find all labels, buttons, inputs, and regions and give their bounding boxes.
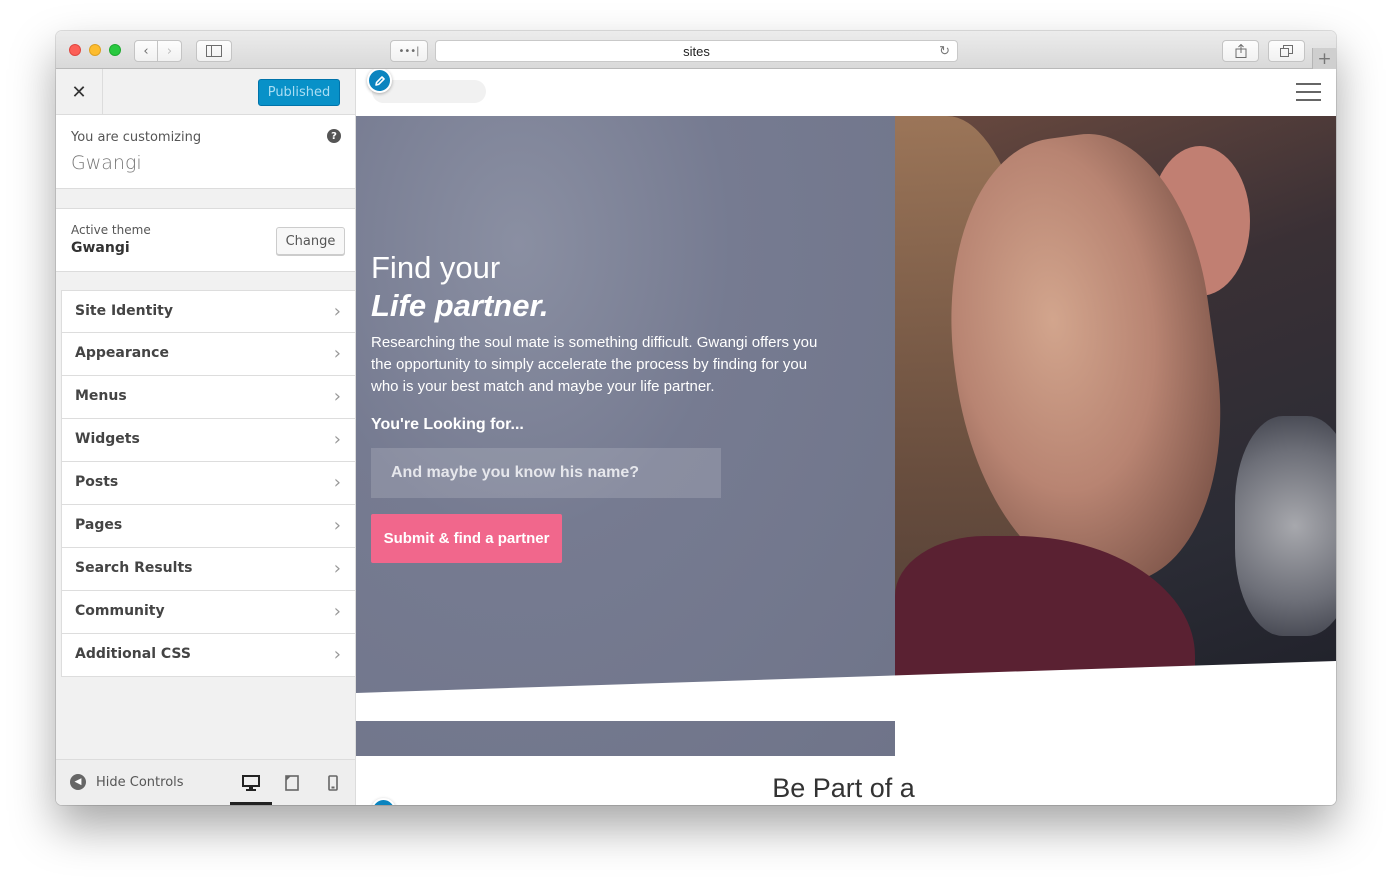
active-theme-panel: Active theme Gwangi Change <box>56 208 355 272</box>
looking-for-label: You're Looking for... <box>371 416 524 433</box>
menu-item-label: Community <box>75 603 165 619</box>
hero-headline: Find your Life partner. <box>371 249 548 325</box>
close-customizer-button[interactable]: ✕ <box>56 69 103 115</box>
change-theme-button[interactable]: Change <box>276 227 345 255</box>
site-name: Gwangi <box>71 152 142 174</box>
tabs-icon <box>1280 45 1293 57</box>
pencil-icon <box>374 75 385 86</box>
headline-line2: Life partner. <box>371 288 549 323</box>
chevron-right-icon: › <box>333 386 341 407</box>
mobile-icon <box>328 775 338 791</box>
menu-item-label: Menus <box>75 388 127 404</box>
window-minimize-button[interactable] <box>89 44 101 56</box>
hamburger-menu-icon[interactable] <box>1296 83 1321 107</box>
share-icon <box>1235 44 1246 58</box>
dots-icon: •••| <box>398 45 420 57</box>
menu-item-appearance[interactable]: Appearance › <box>61 333 355 376</box>
menu-item-additional-css[interactable]: Additional CSS › <box>61 634 355 677</box>
customizer-sidebar: ✕ Published You are customizing Gwangi ?… <box>56 69 356 805</box>
site-header <box>356 69 1336 116</box>
customizing-info: You are customizing Gwangi ? <box>56 115 355 189</box>
browser-window: ‹ › •••| sites ↻ + ✕ Published You are c… <box>56 31 1336 805</box>
chevron-right-icon: › <box>333 644 341 665</box>
edit-logo-button[interactable] <box>367 69 392 93</box>
back-icon: ‹ <box>143 43 149 59</box>
tablet-icon <box>285 775 299 791</box>
chevron-right-icon: › <box>333 558 341 579</box>
site-preview: Find your Life partner. Researching the … <box>356 69 1336 805</box>
menu-item-label: Posts <box>75 474 119 490</box>
menu-item-community[interactable]: Community › <box>61 591 355 634</box>
chevron-right-icon: › <box>333 343 341 364</box>
forward-icon: › <box>166 43 173 59</box>
menu-item-pages[interactable]: Pages › <box>61 505 355 548</box>
chevron-right-icon: › <box>333 472 341 493</box>
theme-name: Gwangi <box>71 240 130 256</box>
menu-item-label: Search Results <box>75 560 193 576</box>
window-close-button[interactable] <box>69 44 81 56</box>
menu-item-search-results[interactable]: Search Results › <box>61 548 355 591</box>
submit-partner-button[interactable]: Submit & find a partner <box>371 514 562 563</box>
customizing-label: You are customizing <box>71 130 202 145</box>
url-text: sites <box>683 43 710 59</box>
hero-photo <box>895 116 1336 716</box>
chevron-right-icon: › <box>333 601 341 622</box>
customizer-menu: Site Identity › Appearance › Menus › Widget… <box>61 290 355 677</box>
hide-controls-icon: ◀ <box>70 774 86 790</box>
help-icon[interactable]: ? <box>327 129 341 143</box>
chevron-right-icon: › <box>333 301 341 322</box>
new-tab-button[interactable]: + <box>1312 48 1336 69</box>
partner-name-input[interactable]: And maybe you know his name? <box>371 448 721 498</box>
menu-item-label: Pages <box>75 517 123 533</box>
browser-titlebar: ‹ › •••| sites ↻ + <box>56 31 1336 69</box>
hide-controls-button[interactable]: ◀ Hide Controls <box>70 774 184 790</box>
preview-mobile-button[interactable] <box>323 773 343 793</box>
pencil-icon <box>378 805 390 806</box>
publish-button[interactable]: Published <box>258 79 340 106</box>
address-bar[interactable]: sites ↻ <box>435 40 958 62</box>
customizer-header: ✕ Published <box>56 69 355 115</box>
menu-item-label: Appearance <box>75 345 169 361</box>
preview-desktop-button[interactable] <box>241 773 261 793</box>
menu-item-label: Additional CSS <box>75 646 191 662</box>
window-maximize-button[interactable] <box>109 44 121 56</box>
close-icon: ✕ <box>71 81 87 103</box>
active-theme-label: Active theme <box>71 223 151 237</box>
menu-item-menus[interactable]: Menus › <box>61 376 355 419</box>
sidebar-toggle-icon <box>206 45 222 57</box>
menu-item-label: Site Identity <box>75 303 173 319</box>
menu-item-site-identity[interactable]: Site Identity › <box>61 290 355 333</box>
active-device-indicator <box>230 802 272 805</box>
reload-icon[interactable]: ↻ <box>939 43 950 59</box>
customizer-footer: ◀ Hide Controls <box>56 759 355 805</box>
section-title: Be Part of a <box>772 773 915 803</box>
menu-item-posts[interactable]: Posts › <box>61 462 355 505</box>
tabs-overview-button[interactable] <box>1268 40 1305 62</box>
desktop-icon <box>242 775 260 791</box>
preview-tablet-button[interactable] <box>282 773 302 793</box>
plus-icon: + <box>1317 48 1332 69</box>
forward-button[interactable]: › <box>158 40 182 62</box>
headline-line1: Find your <box>371 250 501 285</box>
hero-description: Researching the soul mate is something d… <box>371 334 818 395</box>
menu-item-widgets[interactable]: Widgets › <box>61 419 355 462</box>
hero-overlay <box>356 116 895 756</box>
chevron-right-icon: › <box>333 429 341 450</box>
sidebar-toggle-button[interactable] <box>196 40 232 62</box>
menu-item-label: Widgets <box>75 431 140 447</box>
back-button[interactable]: ‹ <box>134 40 158 62</box>
extensions-button[interactable]: •••| <box>390 40 428 62</box>
hero-section: Find your Life partner. Researching the … <box>356 116 1336 756</box>
chevron-right-icon: › <box>333 515 341 536</box>
hide-controls-label: Hide Controls <box>96 774 184 790</box>
share-button[interactable] <box>1222 40 1259 62</box>
